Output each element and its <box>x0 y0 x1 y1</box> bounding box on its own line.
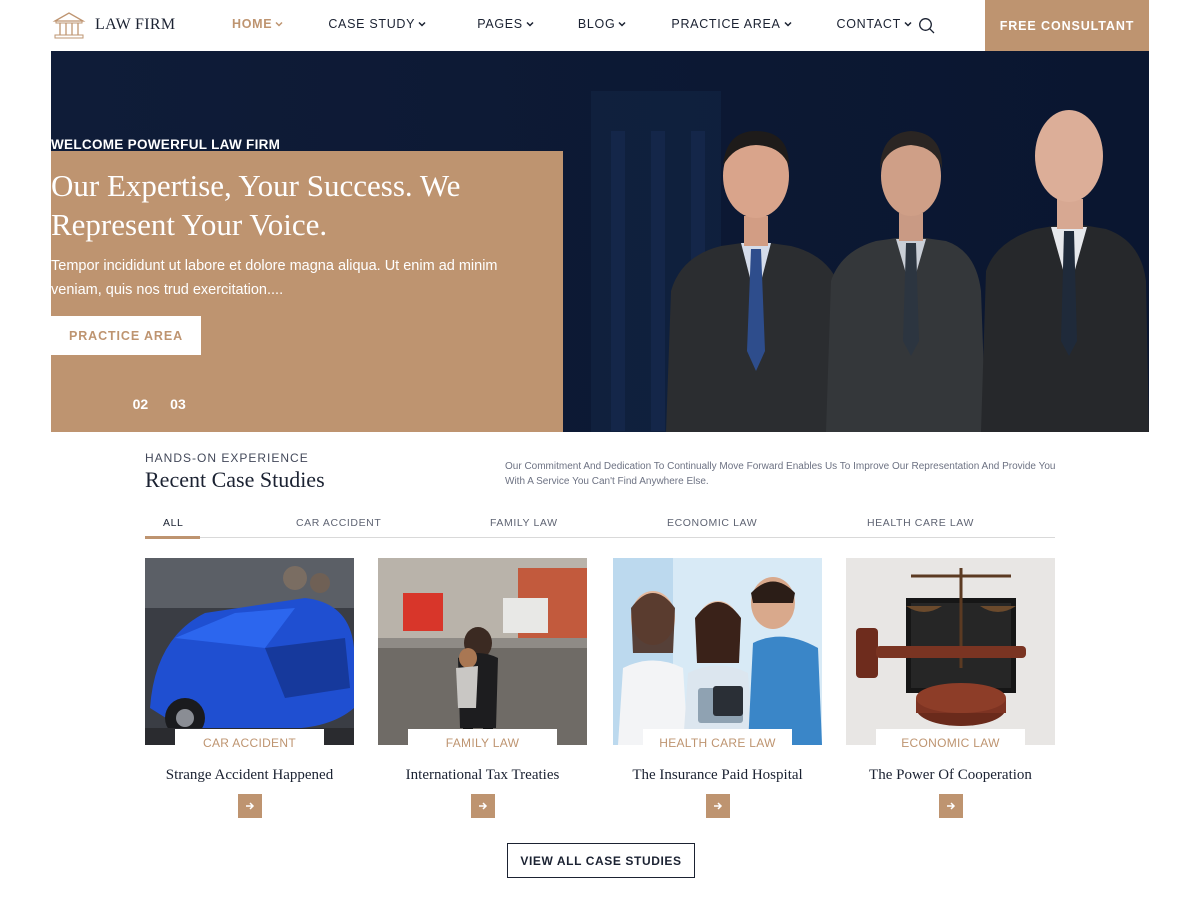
section-description: Our Commitment And Dedication To Continu… <box>505 461 1056 487</box>
hero-eyebrow: WELCOME POWERFUL LAW FIRM <box>51 137 281 152</box>
arrow-right-icon <box>947 802 956 810</box>
arrow-right-icon <box>714 802 723 810</box>
case-card: HEALTH CARE LAW The Insurance Paid Hospi… <box>613 558 822 818</box>
section-eyebrow: HANDS-ON EXPERIENCE <box>145 451 309 465</box>
practice-area-button[interactable]: PRACTICE AREA <box>51 316 201 355</box>
case-category-label: HEALTH CARE LAW <box>643 729 792 757</box>
case-card: FAMILY LAW International Tax Treaties <box>378 558 587 818</box>
case-card: CAR ACCIDENT Strange Accident Happened <box>145 558 354 818</box>
view-all-case-studies-button[interactable]: VIEW ALL CASE STUDIES <box>507 843 695 878</box>
hero-text: Tempor incididunt ut labore et dolore ma… <box>51 258 498 298</box>
family-law-image <box>378 558 587 745</box>
nav-item-case-study[interactable]: CASE STUDY <box>328 17 426 31</box>
arrow-right-icon <box>479 802 488 810</box>
filter-car-accident[interactable]: CAR ACCIDENT <box>296 517 381 529</box>
case-link-button[interactable] <box>706 794 730 818</box>
case-link-button[interactable] <box>939 794 963 818</box>
nav-item-pages[interactable]: PAGES <box>477 17 534 31</box>
section-title: Recent Case Studies <box>145 467 325 492</box>
nav-item-home[interactable]: HOME <box>232 17 283 31</box>
filter-economic-law[interactable]: ECONOMIC LAW <box>667 517 757 529</box>
case-category-label: ECONOMIC LAW <box>876 729 1025 757</box>
nav-item-blog[interactable]: BLOG <box>578 17 627 31</box>
economic-law-image <box>846 558 1055 745</box>
free-consultant-button[interactable]: FREE CONSULTANT <box>985 0 1149 51</box>
courthouse-logo-icon <box>52 12 86 39</box>
hero-title: Our Expertise, Your Success. We Represen… <box>51 168 461 242</box>
chevron-down-icon <box>904 21 912 27</box>
case-category-label: CAR ACCIDENT <box>175 729 324 757</box>
case-title[interactable]: Strange Accident Happened <box>145 767 354 784</box>
nav-label: CASE STUDY <box>328 17 416 31</box>
chevron-down-icon <box>526 21 534 27</box>
health-care-image <box>613 558 822 745</box>
arrow-right-icon <box>246 802 255 810</box>
nav-label: PRACTICE AREA <box>671 17 781 31</box>
slide-03[interactable]: 03 <box>170 396 186 418</box>
case-card: ECONOMIC LAW The Power Of Cooperation <box>846 558 1055 818</box>
case-category-label: FAMILY LAW <box>408 729 557 757</box>
filter-all[interactable]: ALL <box>163 517 183 529</box>
nav-item-practice-area[interactable]: PRACTICE AREA <box>671 17 792 31</box>
search-icon[interactable] <box>918 17 936 35</box>
active-filter-underline <box>145 536 200 539</box>
logo-text: LAW FIRM <box>95 16 176 33</box>
filter-health-care-law[interactable]: HEALTH CARE LAW <box>867 517 974 529</box>
chevron-down-icon <box>275 21 283 27</box>
main-nav: HOME CASE STUDY PAGES BLOG PRACTICE AREA… <box>232 17 912 31</box>
logo[interactable]: LAW FIRM <box>51 10 175 40</box>
slide-02[interactable]: 02 <box>133 396 149 418</box>
nav-label: CONTACT <box>836 17 901 31</box>
case-title[interactable]: The Insurance Paid Hospital <box>613 767 822 784</box>
nav-label: HOME <box>232 17 273 31</box>
case-link-button[interactable] <box>471 794 495 818</box>
case-filter-tabs: ALL CAR ACCIDENT FAMILY LAW ECONOMIC LAW… <box>145 513 1055 539</box>
nav-label: PAGES <box>477 17 523 31</box>
chevron-down-icon <box>418 21 426 27</box>
car-accident-image <box>145 558 354 745</box>
filter-family-law[interactable]: FAMILY LAW <box>490 517 558 529</box>
nav-item-contact[interactable]: CONTACT <box>837 17 912 31</box>
slide-01[interactable]: 01 <box>95 396 111 418</box>
case-link-button[interactable] <box>238 794 262 818</box>
chevron-down-icon <box>784 21 792 27</box>
case-title[interactable]: The Power Of Cooperation <box>846 767 1055 784</box>
slider-pagination: 01 02 03 <box>95 396 186 418</box>
case-title[interactable]: International Tax Treaties <box>378 767 587 784</box>
nav-label: BLOG <box>577 17 616 31</box>
chevron-down-icon <box>618 21 626 27</box>
site-header: LAW FIRM HOME CASE STUDY PAGES BLOG PRAC… <box>51 0 1149 51</box>
